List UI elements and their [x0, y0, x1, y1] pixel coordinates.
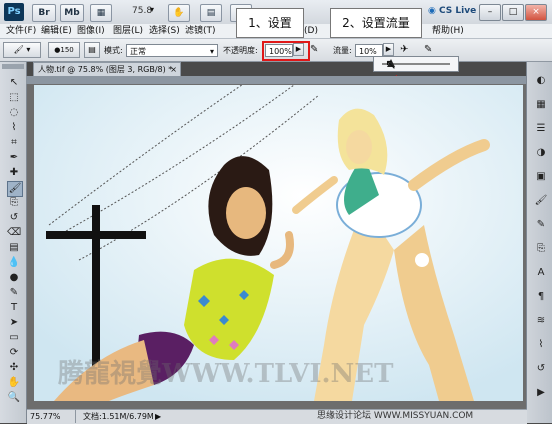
- document-tab-title: 人物.tif @ 75.8% (图层 3, RGB/8) *: [38, 65, 173, 74]
- pen-icon[interactable]: ✎: [7, 286, 21, 300]
- watermark-text: 腾龍視覺WWW.TLVI.NET: [58, 359, 394, 389]
- shape-icon[interactable]: ▭: [7, 331, 21, 345]
- color-icon[interactable]: ◐: [533, 74, 549, 88]
- tablet-size-icon[interactable]: ✎: [424, 43, 438, 57]
- document-tab[interactable]: 人物.tif @ 75.8% (图层 3, RGB/8) * ×: [33, 62, 181, 76]
- view-extras-button[interactable]: ▦: [90, 4, 112, 22]
- flow-label: 流量:: [333, 46, 352, 55]
- airbrush-icon[interactable]: ✈: [400, 43, 414, 57]
- path-select-icon[interactable]: ➤: [7, 316, 21, 330]
- move-icon[interactable]: ↖: [7, 76, 21, 90]
- paths-icon[interactable]: ⌇: [533, 338, 549, 352]
- mode-label: 模式:: [104, 46, 123, 55]
- quick-select-icon[interactable]: ⌇: [7, 121, 21, 135]
- close-button[interactable]: ×: [525, 4, 547, 21]
- status-divider: [75, 410, 76, 423]
- image-canvas[interactable]: 腾龍視覺WWW.TLVI.NET: [34, 85, 523, 401]
- opacity-input[interactable]: 100%: [265, 44, 293, 57]
- callout-step-1: 1、设置: [236, 8, 304, 38]
- actions-icon[interactable]: ▶: [533, 386, 549, 400]
- menu-image[interactable]: 图像(I): [77, 25, 105, 37]
- brush-panel-toggle[interactable]: ▤: [84, 42, 100, 58]
- zoom-dropdown-icon[interactable]: ▾: [150, 5, 154, 14]
- flow-slider-toggle[interactable]: ▶: [383, 43, 394, 56]
- opacity-label: 不透明度:: [223, 46, 258, 55]
- close-tab-icon[interactable]: ×: [170, 63, 177, 77]
- crop-icon[interactable]: ⌗: [7, 136, 21, 150]
- eraser-icon[interactable]: ⌫: [7, 226, 21, 240]
- tool-preset-picker[interactable]: 🖌 ▾: [3, 42, 41, 58]
- paragraph-icon[interactable]: ¶: [533, 290, 549, 304]
- watermark-footer: 思缘设计论坛 WWW.MISSYUAN.COM: [317, 411, 474, 421]
- dodge-icon[interactable]: ●: [7, 271, 21, 285]
- mode-select[interactable]: 正常 ▾: [126, 44, 218, 57]
- brush-size-picker[interactable]: ●150: [48, 42, 80, 58]
- menu-select[interactable]: 选择(S): [149, 25, 180, 37]
- character-icon[interactable]: A: [533, 266, 549, 280]
- channels-icon[interactable]: ≋: [533, 314, 549, 328]
- brush-panel-icon: ▤: [88, 45, 96, 54]
- tablet-opacity-icon[interactable]: ✎: [310, 43, 324, 57]
- menu-help[interactable]: 帮助(H): [432, 25, 464, 37]
- lasso-icon[interactable]: ◌: [7, 106, 21, 120]
- hand-tool-button[interactable]: ✋: [168, 4, 190, 22]
- callout-step-2: 2、设置流量: [330, 8, 422, 38]
- document-header: [26, 76, 526, 84]
- opacity-slider-toggle[interactable]: ▶: [293, 43, 304, 56]
- toolbox-grip[interactable]: [2, 64, 24, 69]
- tool-presets-icon[interactable]: ✎: [533, 218, 549, 232]
- zoom-icon[interactable]: 🔍: [7, 391, 21, 405]
- blur-icon[interactable]: 💧: [7, 256, 21, 270]
- 3d-rotate-icon[interactable]: ⟳: [7, 346, 21, 360]
- menu-file[interactable]: 文件(F): [6, 25, 36, 37]
- history-brush-icon[interactable]: ↺: [7, 211, 21, 225]
- layers-icon[interactable]: ☰: [533, 122, 549, 136]
- masks-icon[interactable]: ▣: [533, 170, 549, 184]
- clone-stamp-icon[interactable]: ⎘: [7, 196, 21, 210]
- photoshop-logo: Ps: [4, 3, 24, 21]
- options-bar: 🖌 ▾ ●150 ▤ 模式: 正常 ▾ 不透明度: 100% ▶ ✎ 流量: 10…: [0, 39, 552, 62]
- cs-live-icon: ◉: [428, 6, 436, 16]
- brush-icon: 🖌: [13, 45, 24, 54]
- maximize-button[interactable]: □: [502, 4, 524, 21]
- gradient-icon[interactable]: ▤: [7, 241, 21, 255]
- arrange-documents-button[interactable]: ▤: [200, 4, 222, 22]
- eyedropper-icon[interactable]: ✒: [7, 151, 21, 165]
- hand-icon[interactable]: ✋: [7, 376, 21, 390]
- swatches-icon[interactable]: ▦: [533, 98, 549, 112]
- cs-live-button[interactable]: ◉ CS Live: [428, 6, 476, 16]
- minimize-button[interactable]: –: [479, 4, 501, 21]
- status-bar: 75.77% 文档:1.51M/6.79M ▶ 思缘设计论坛 WWW.MISSY…: [27, 409, 527, 424]
- chevron-down-icon: ▾: [209, 47, 214, 56]
- menu-filter[interactable]: 滤镜(T): [185, 25, 216, 37]
- brush-panel-icon[interactable]: 🖌: [533, 194, 549, 208]
- zoom-readout[interactable]: 75.77%: [30, 410, 61, 423]
- document-size-info: 文档:1.51M/6.79M: [83, 412, 154, 421]
- history-icon[interactable]: ↺: [533, 362, 549, 376]
- menu-edit[interactable]: 编辑(E): [41, 25, 72, 37]
- menu-3d[interactable]: (D): [304, 25, 318, 37]
- mini-bridge-button[interactable]: Mb: [60, 4, 84, 22]
- type-icon[interactable]: T: [7, 301, 21, 315]
- mouse-cursor-icon: ↖: [385, 57, 397, 73]
- status-menu-arrow-icon[interactable]: ▶: [155, 410, 161, 423]
- panel-dock: ◐ ▦ ☰ ◑ ▣ 🖌 ✎ ⎘ A ¶ ≋ ⌇ ↺ ▶: [526, 62, 552, 423]
- marquee-icon[interactable]: ⬚: [7, 91, 21, 105]
- menu-layer[interactable]: 图层(L): [113, 25, 143, 37]
- 3d-orbit-icon[interactable]: ✣: [7, 361, 21, 375]
- bridge-button[interactable]: Br: [32, 4, 56, 22]
- tools-panel: ↖ ⬚ ◌ ⌇ ⌗ ✒ ✚ 🖌 ⎘ ↺ ⌫ ▤ 💧 ● ✎ T ➤ ▭ ⟳ ✣ ✋ 🔍: [0, 62, 27, 423]
- adjustments-icon[interactable]: ◑: [533, 146, 549, 160]
- healing-icon[interactable]: ✚: [7, 166, 21, 180]
- brush-icon[interactable]: 🖌: [7, 181, 23, 197]
- clone-source-icon[interactable]: ⎘: [533, 242, 549, 256]
